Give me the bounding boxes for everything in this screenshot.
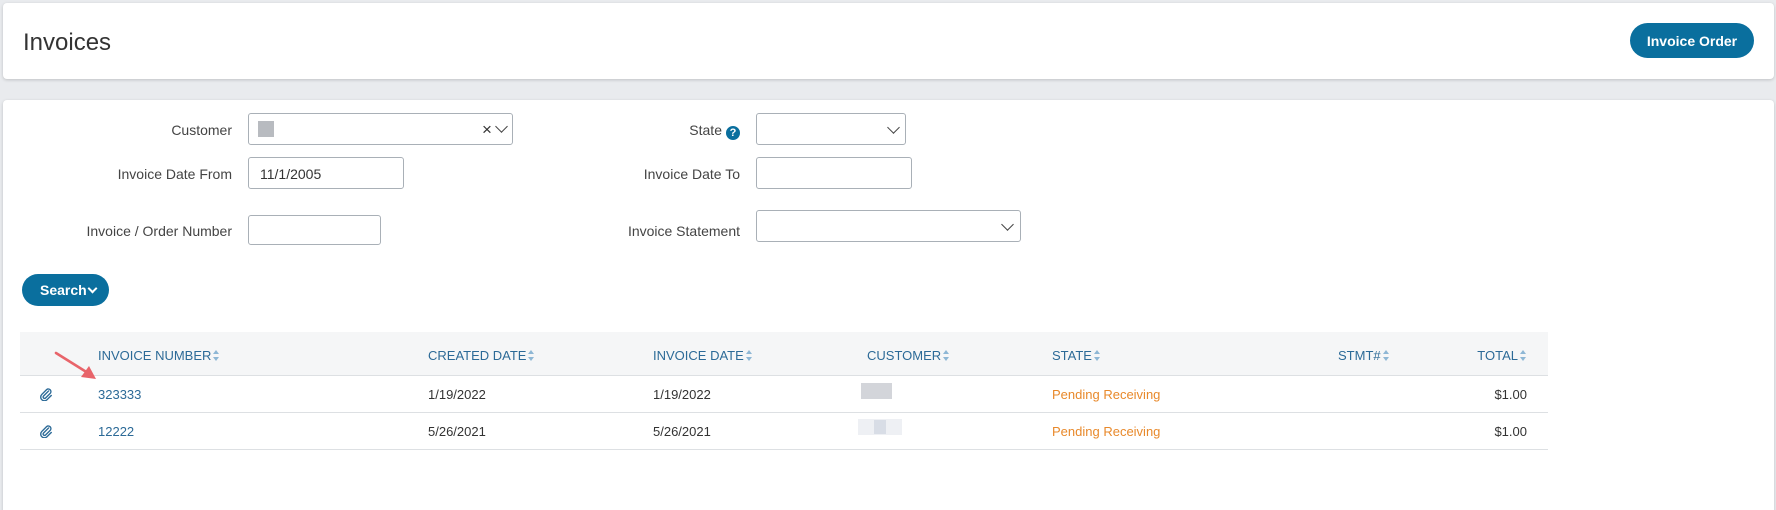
invoice-date: 5/26/2021 — [653, 424, 711, 439]
column-stmt[interactable]: Stmt# — [1338, 348, 1390, 363]
column-state[interactable]: State — [1052, 348, 1101, 363]
invoice-date-from-input[interactable]: 11/1/2005 — [248, 157, 404, 189]
customer-label: Customer — [171, 122, 232, 138]
column-customer[interactable]: Customer — [867, 348, 950, 363]
invoice-date: 1/19/2022 — [653, 387, 711, 402]
total-value: $1.00 — [1494, 424, 1527, 439]
column-invoice-date[interactable]: Invoice Date — [653, 348, 753, 363]
chevron-down-icon[interactable] — [495, 120, 508, 133]
sort-icon[interactable] — [745, 350, 753, 361]
paperclip-icon[interactable] — [39, 424, 53, 438]
sort-icon[interactable] — [943, 350, 950, 361]
state-label-text: State — [689, 122, 722, 138]
table-header: Invoice Number Created Date Invoice Date… — [20, 332, 1548, 376]
paperclip-icon[interactable] — [39, 387, 53, 401]
customer-selected-chip — [258, 121, 274, 137]
chevron-down-icon[interactable] — [887, 121, 900, 134]
invoice-statement-label: Invoice Statement — [627, 223, 740, 239]
state-value: Pending Receiving — [1052, 424, 1161, 439]
order-number-input[interactable] — [248, 215, 381, 245]
invoice-date-to-label: Invoice Date To — [643, 166, 740, 182]
invoice-date-from-label: Invoice Date From — [117, 166, 232, 182]
state-select[interactable] — [756, 113, 906, 145]
order-number-label: Invoice / Order Number — [86, 223, 233, 239]
column-invoice-number[interactable]: Invoice Number — [98, 348, 220, 363]
sort-icon[interactable] — [1520, 350, 1527, 361]
invoice-order-button[interactable]: Invoice Order — [1630, 23, 1754, 58]
invoice-number-link[interactable]: 323333 — [98, 387, 141, 402]
invoice-number-link[interactable]: 12222 — [98, 424, 134, 439]
customer-select[interactable]: × — [248, 113, 513, 145]
invoice-date-to-input[interactable] — [756, 157, 912, 189]
column-created-date[interactable]: Created Date — [428, 348, 535, 363]
state-value: Pending Receiving — [1052, 387, 1161, 402]
customer-redacted — [861, 383, 892, 399]
total-value: $1.00 — [1494, 387, 1527, 402]
page-header: Invoices Invoice Order — [3, 3, 1774, 79]
table-row: 12222 5/26/2021 5/26/2021 Pending Receiv… — [20, 413, 1548, 450]
sort-icon[interactable] — [1382, 350, 1390, 361]
table-row: 323333 1/19/2022 1/19/2022 Pending Recei… — [20, 376, 1548, 413]
search-button[interactable]: Search — [22, 274, 109, 306]
annotation-arrow — [54, 351, 96, 379]
created-date: 1/19/2022 — [428, 387, 486, 402]
customer-redacted — [858, 419, 902, 435]
chevron-down-icon[interactable] — [87, 283, 98, 294]
clear-icon[interactable]: × — [482, 121, 492, 138]
search-button-label: Search — [40, 282, 87, 298]
column-total[interactable]: Total — [1477, 348, 1527, 363]
sort-icon[interactable] — [528, 350, 535, 361]
page-title: Invoices — [23, 29, 112, 56]
help-icon[interactable]: ? — [726, 126, 740, 140]
state-label: State? — [689, 122, 740, 140]
sort-icon[interactable] — [213, 350, 220, 361]
sort-icon[interactable] — [1093, 350, 1101, 361]
created-date: 5/26/2021 — [428, 424, 486, 439]
invoice-statement-select[interactable] — [756, 210, 1021, 242]
chevron-down-icon[interactable] — [1001, 218, 1014, 231]
